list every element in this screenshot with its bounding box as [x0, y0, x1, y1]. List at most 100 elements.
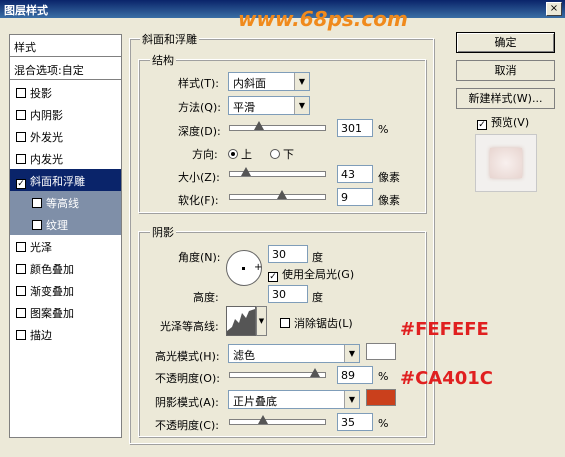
- soften-slider[interactable]: [229, 190, 326, 200]
- style-item[interactable]: 等高线: [10, 191, 121, 213]
- soften-slider-knob[interactable]: [277, 190, 288, 199]
- highlight-opacity-slider[interactable]: [229, 368, 326, 378]
- highlight-mode-label: 高光模式(H):: [155, 350, 220, 363]
- checkbox-unchecked-icon[interactable]: [16, 330, 26, 340]
- style-item-label: 外发光: [30, 131, 63, 144]
- highlight-mode-value: 滤色: [233, 349, 255, 362]
- radio-selected-icon: [228, 149, 238, 159]
- checkbox-unchecked-icon[interactable]: [16, 88, 26, 98]
- style-item-label: 颜色叠加: [30, 263, 74, 276]
- chevron-down-icon: ▼: [344, 391, 359, 408]
- highlight-color-swatch[interactable]: [366, 343, 396, 360]
- styles-list: 样式 混合选项:自定 投影 内阴影外发光内发光 ✓ 斜面和浮雕等高线纹理光泽颜色叠加渐…: [9, 34, 122, 438]
- style-item[interactable]: ✓ 斜面和浮雕: [10, 169, 121, 191]
- chevron-down-icon: ▼: [294, 97, 309, 114]
- depth-slider[interactable]: [229, 121, 326, 131]
- checkbox-unchecked-icon[interactable]: [16, 264, 26, 274]
- gloss-contour-label: 光泽等高线:: [160, 320, 219, 333]
- shading-title: 阴影: [150, 224, 176, 240]
- shadow-opacity-slider[interactable]: [229, 415, 326, 425]
- cancel-button[interactable]: 取消: [456, 60, 555, 81]
- chevron-down-icon: ▼: [294, 73, 309, 90]
- altitude-input[interactable]: 30: [268, 285, 308, 303]
- close-button[interactable]: ×: [546, 2, 562, 16]
- new-style-button[interactable]: 新建样式(W)...: [456, 88, 555, 109]
- checkbox-unchecked-icon[interactable]: [16, 308, 26, 318]
- angle-unit: 度: [312, 251, 323, 264]
- highlight-opacity-knob[interactable]: [309, 368, 320, 377]
- style-item[interactable]: 描边: [10, 323, 121, 345]
- style-item[interactable]: 纹理: [10, 213, 121, 235]
- checkbox-unchecked-icon: [280, 318, 290, 328]
- gloss-contour-dropdown[interactable]: ▼: [256, 306, 267, 336]
- checkbox-unchecked-icon[interactable]: [16, 132, 26, 142]
- highlight-opacity-input[interactable]: 89: [337, 366, 373, 384]
- soften-input[interactable]: 9: [337, 188, 373, 206]
- direction-up-radio[interactable]: 上: [228, 146, 252, 162]
- preview-thumbnail: [475, 134, 537, 192]
- style-item-label: 描边: [30, 329, 52, 342]
- style-item-label: 等高线: [46, 197, 79, 210]
- highlight-opacity-unit: %: [378, 370, 389, 383]
- angle-dial[interactable]: +: [226, 250, 262, 286]
- technique-label: 方法(Q):: [178, 101, 221, 114]
- depth-label: 深度(D):: [178, 125, 221, 138]
- shadow-mode-label: 阴影模式(A):: [155, 396, 219, 409]
- style-item-label: 纹理: [46, 219, 68, 232]
- radio-unselected-icon: [270, 149, 280, 159]
- shadow-opacity-label: 不透明度(C):: [155, 419, 219, 432]
- depth-input[interactable]: 301: [337, 119, 373, 137]
- style-item[interactable]: 外发光: [10, 125, 121, 147]
- window-title: 图层样式: [4, 4, 48, 17]
- direction-down-label: 下: [283, 148, 294, 161]
- gloss-contour-preview[interactable]: [226, 306, 256, 336]
- size-slider[interactable]: [229, 167, 326, 177]
- checkbox-unchecked-icon[interactable]: [16, 286, 26, 296]
- preview-checkbox[interactable]: ✓ 预览(V): [477, 114, 529, 130]
- contour-curve-icon: [227, 309, 255, 335]
- direction-down-radio[interactable]: 下: [270, 146, 294, 162]
- altitude-unit: 度: [312, 291, 323, 304]
- style-item[interactable]: 光泽: [10, 235, 121, 257]
- angle-input[interactable]: 30: [268, 245, 308, 263]
- checkbox-unchecked-icon[interactable]: [16, 154, 26, 164]
- depth-slider-knob[interactable]: [253, 121, 264, 130]
- style-item-label: 内发光: [30, 153, 63, 166]
- size-input[interactable]: 43: [337, 165, 373, 183]
- style-item[interactable]: 颜色叠加: [10, 257, 121, 279]
- style-item[interactable]: 图案叠加: [10, 301, 121, 323]
- shadow-opacity-unit: %: [378, 417, 389, 430]
- bevel-emboss-title: 斜面和浮雕: [140, 31, 199, 47]
- style-item[interactable]: 渐变叠加: [10, 279, 121, 301]
- shadow-opacity-knob[interactable]: [258, 415, 269, 424]
- technique-dropdown[interactable]: 平滑 ▼: [228, 96, 310, 115]
- global-light-checkbox[interactable]: ✓ 使用全局光(G): [268, 266, 354, 282]
- size-slider-knob[interactable]: [241, 167, 252, 176]
- direction-label: 方向:: [192, 148, 218, 161]
- checkbox-checked-icon[interactable]: ✓: [16, 179, 26, 189]
- style-item-label: 光泽: [30, 241, 52, 254]
- chevron-down-icon: ▼: [258, 317, 265, 325]
- antialias-checkbox[interactable]: 消除锯齿(L): [280, 315, 353, 331]
- style-item[interactable]: 投影: [10, 81, 121, 103]
- shadow-mode-value: 正片叠底: [233, 395, 277, 408]
- shadow-opacity-input[interactable]: 35: [337, 413, 373, 431]
- technique-dropdown-value: 平滑: [233, 101, 255, 114]
- style-item[interactable]: 内阴影: [10, 103, 121, 125]
- highlight-mode-dropdown[interactable]: 滤色 ▼: [228, 344, 360, 363]
- checkbox-unchecked-icon[interactable]: [16, 242, 26, 252]
- checkbox-unchecked-icon[interactable]: [32, 198, 42, 208]
- watermark-text: www.68ps.com: [238, 7, 408, 31]
- crosshair-icon: +: [254, 262, 263, 273]
- highlight-color-annotation: #FEFEFE: [400, 319, 489, 340]
- style-dropdown[interactable]: 内斜面 ▼: [228, 72, 310, 91]
- direction-up-label: 上: [241, 148, 252, 161]
- style-item[interactable]: 内发光: [10, 147, 121, 169]
- blending-options-item[interactable]: 混合选项:自定: [10, 58, 121, 80]
- shadow-color-swatch[interactable]: [366, 389, 396, 406]
- ok-button[interactable]: 确定: [456, 32, 555, 53]
- checkbox-unchecked-icon[interactable]: [32, 220, 42, 230]
- checkbox-unchecked-icon[interactable]: [16, 110, 26, 120]
- shadow-mode-dropdown[interactable]: 正片叠底 ▼: [228, 390, 360, 409]
- styles-header[interactable]: 样式: [10, 35, 121, 57]
